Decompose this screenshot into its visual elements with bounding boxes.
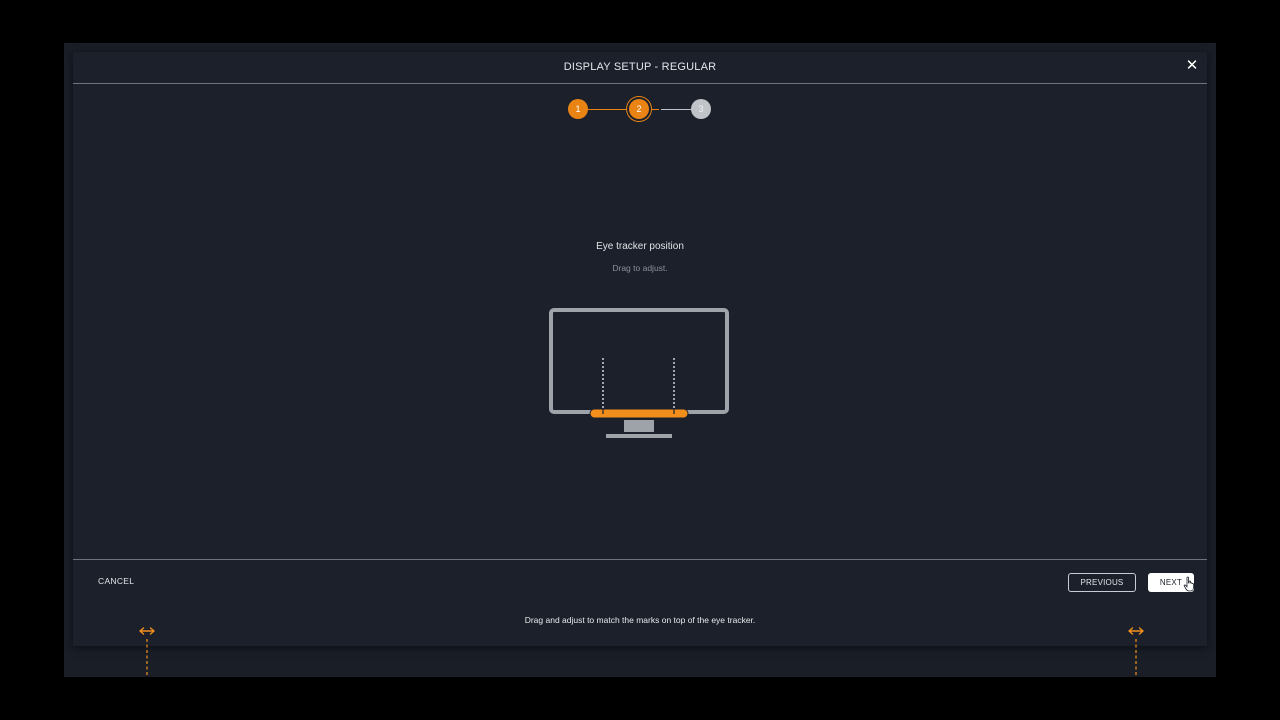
cancel-button[interactable]: CANCEL (98, 576, 134, 586)
pointer-hand-cursor-icon (1183, 576, 1195, 592)
instruction-text: Drag and adjust to match the marks on to… (524, 615, 756, 625)
setup-stepper: 1 2 3 (563, 93, 723, 123)
horizontal-resize-arrow-icon (139, 627, 155, 677)
dialog-title: DISPLAY SETUP - REGULAR (563, 61, 717, 73)
dialog-header: DISPLAY SETUP - REGULAR ✕ (73, 52, 1207, 84)
step-1-indicator[interactable]: 1 (568, 99, 588, 119)
close-icon[interactable]: ✕ (1185, 58, 1199, 74)
stepper-connector (588, 109, 629, 110)
display-setup-dialog: DISPLAY SETUP - REGULAR ✕ 1 2 3 Eye trac… (73, 52, 1207, 646)
content-hint: Drag to adjust. (612, 263, 668, 273)
previous-button[interactable]: PREVIOUS (1068, 573, 1136, 592)
monitor-with-eye-tracker-icon[interactable] (549, 308, 731, 442)
left-position-marker[interactable] (137, 625, 157, 677)
step-2-indicator[interactable]: 2 (629, 99, 649, 119)
horizontal-resize-arrow-icon (1128, 627, 1144, 677)
stepper-connector (649, 109, 659, 110)
content-title: Eye tracker position (596, 241, 684, 252)
right-position-marker[interactable] (1126, 625, 1146, 677)
display-setup-screen: DISPLAY SETUP - REGULAR ✕ 1 2 3 Eye trac… (64, 43, 1216, 677)
stepper-connector (661, 109, 691, 110)
dialog-footer: CANCEL PREVIOUS NEXT (73, 559, 1207, 647)
step-3-indicator[interactable]: 3 (691, 99, 711, 119)
